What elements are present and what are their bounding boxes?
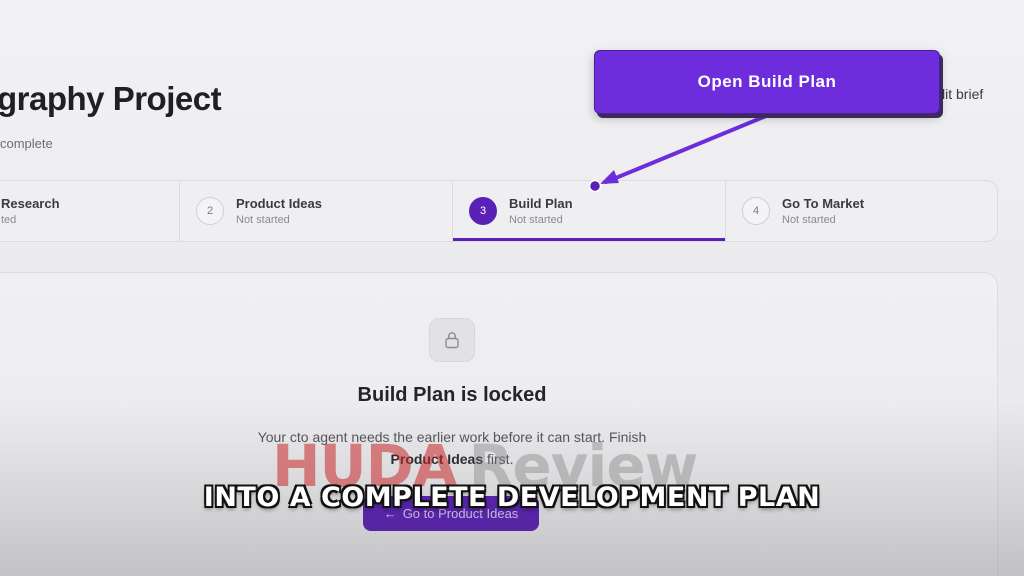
locked-title: Build Plan is locked xyxy=(357,384,547,406)
project-title: graphy Project xyxy=(0,80,222,117)
step-name: Build Plan xyxy=(509,196,573,211)
step-number: 2 xyxy=(196,197,224,225)
progress-text: complete xyxy=(0,136,53,151)
step-number: 3 xyxy=(469,197,497,225)
step-status: Not started xyxy=(782,214,836,226)
arrow-line xyxy=(604,114,768,184)
step-status: ted xyxy=(1,214,17,226)
video-caption: INTO A COMPLETE DEVELOPMENT PLAN xyxy=(203,482,821,513)
step-name: Product Ideas xyxy=(236,196,322,211)
step-status: Not started xyxy=(509,214,563,226)
locked-message-end: first. xyxy=(483,451,514,467)
step-status: Not started xyxy=(236,214,290,226)
progress-label: complete xyxy=(0,136,53,151)
tab-go-to-market[interactable]: 4 Go To Market Not started xyxy=(726,181,997,241)
callout-box: Open Build Plan xyxy=(594,50,940,114)
lock-badge xyxy=(429,318,475,362)
tab-build-plan[interactable]: 3 Build Plan Not started xyxy=(453,181,726,241)
tab-product-ideas[interactable]: 2 Product Ideas Not started xyxy=(180,181,453,241)
locked-message-link: Product Ideas xyxy=(390,451,484,467)
step-number: 4 xyxy=(742,197,770,225)
step-tabs: Research ted 2 Product Ideas Not started… xyxy=(0,180,998,242)
tab-research[interactable]: Research ted xyxy=(0,181,180,241)
locked-message: Your cto agent needs the earlier work be… xyxy=(0,426,904,470)
step-name: Go To Market xyxy=(782,196,865,211)
step-name: Research xyxy=(1,196,60,211)
locked-message-line: Your cto agent needs the earlier work be… xyxy=(257,429,647,445)
lock-icon xyxy=(445,332,459,349)
